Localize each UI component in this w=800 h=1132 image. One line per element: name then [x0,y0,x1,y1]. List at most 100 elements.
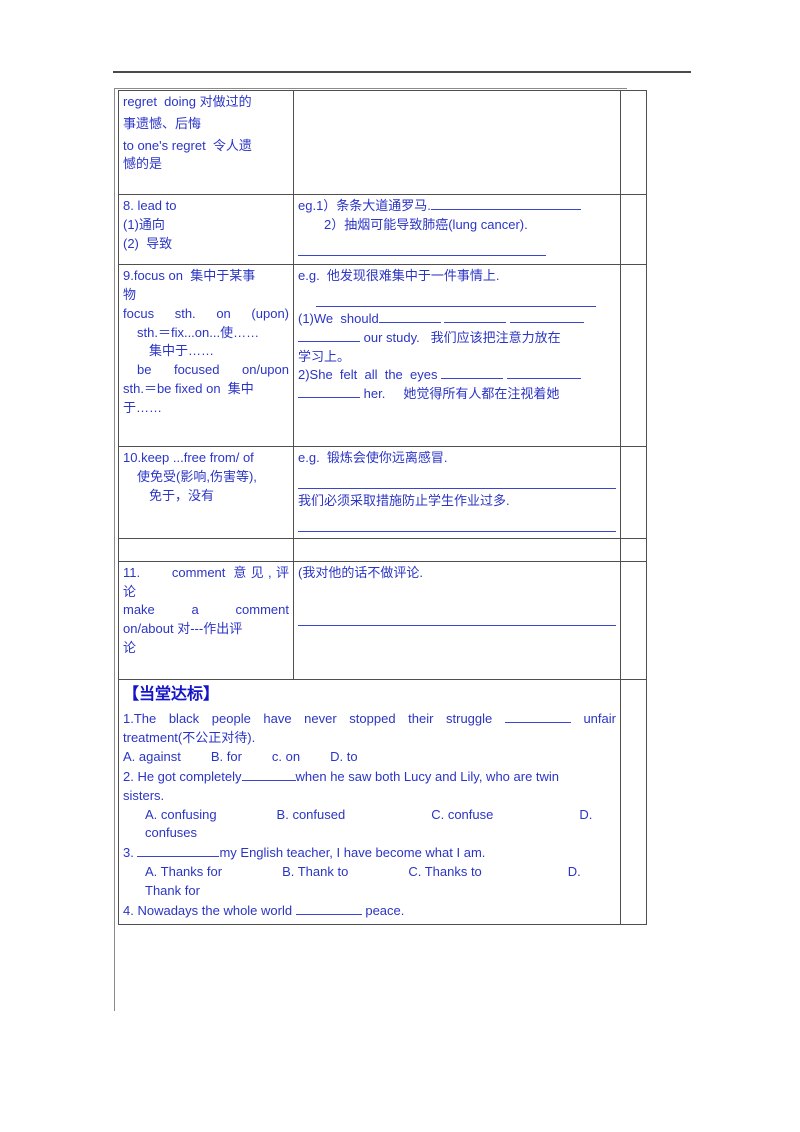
answer-blank[interactable] [444,310,507,323]
example-text: (1)We should [298,310,379,326]
term-line: 8. lead to [123,198,177,213]
term-line: 物 [123,286,137,302]
term-line: 免于，没有 [149,487,215,503]
answer-blank[interactable] [504,709,571,724]
cell-margin-regret-doing [620,90,647,195]
example-line: e.g. 锻炼会使你远离感冒. [298,450,448,465]
answer-blank[interactable] [295,901,362,915]
answer-blank[interactable] [430,197,581,210]
example-line: (我对他的话不做评论. [298,564,423,580]
answer-blank[interactable] [378,310,441,323]
table-row: 11. comment 意见,评 论 make a comment on/abo… [118,560,647,680]
term-line: focus sth. on (upon) [123,305,289,321]
cell-term-lead-to: 8. lead to (1)通向 (2) 导致 [118,194,294,265]
question-options: A. against B. for c. on D. to [123,748,616,767]
option[interactable]: C. Thanks to [408,864,481,879]
term-line: 论 [123,583,137,599]
term-line: be focused on/upon [137,362,289,378]
term-line: sth.＝be fixed on 集中 [123,381,254,397]
cell-exercise-section: 【当堂达标】 1.The black people have never sto… [118,678,621,925]
term-line: on/about 对---作出评 [123,621,243,637]
cell-margin-keep-free-from [620,446,647,539]
table-row: regret doing 对做过的 事遗憾、后悔 to one's regret… [118,90,647,195]
answer-blank[interactable] [298,609,616,626]
term-line: 10.keep ...free from/ of [123,450,254,465]
term-line: 于…… [123,399,163,415]
option[interactable]: B. for [211,749,242,764]
question-stem: 4. Nowadays the whole world peace. [123,901,616,921]
option[interactable]: A. against [123,749,181,764]
option[interactable]: c. on [272,749,300,764]
question-stem-text: 3. [123,845,134,861]
example-text: her. 她觉得所有人都在注视着她 [363,386,560,402]
example-line: eg.1）条条大道通罗马. [298,197,616,216]
term-line: 憾的是 [123,156,163,172]
option[interactable]: D. to [330,749,357,764]
option[interactable]: B. Thank to [282,864,348,879]
term-line: to one's regret 令人遗 [123,137,252,153]
cell-example-focus-on: e.g. 他发现很难集中于一件事情上. (1)We should our stu… [293,264,621,447]
term-line: 11. comment 意见,评 [123,564,289,580]
question-stem-line2: treatment(不公正对待). [123,730,256,746]
cell-margin-exercise [620,678,647,925]
question-options: A. confusing B. confused C. confuse D. conf… [123,806,616,844]
example-line: 我们必须采取措施防止学生作业过多. [298,492,510,508]
example-line: her. 她觉得所有人都在注视着她 [298,385,616,404]
example-line: (1)We should [298,310,616,329]
option[interactable]: B. confused [277,807,346,822]
cell-term-regret-doing: regret doing 对做过的 事遗憾、后悔 to one's regret… [118,90,294,195]
cell-spacer-margin [620,537,647,562]
cell-spacer-right [293,537,621,562]
term-line: 论 [123,640,137,656]
question-stem-text: unfair [583,711,616,727]
option[interactable]: A. confusing [145,807,217,822]
example-line: e.g. 他发现很难集中于一件事情上. [298,268,500,283]
term-line: 集中于…… [149,343,215,359]
answer-blank[interactable] [441,366,504,380]
worksheet-page: regret doing 对做过的 事遗憾、后悔 to one's regret… [0,0,800,1132]
example-text: our study. 我们应该把注意力放在 [363,329,561,345]
cell-example-regret-doing [293,90,621,195]
answer-blank[interactable] [137,843,220,858]
answer-blank[interactable] [316,290,596,307]
option[interactable]: C. confuse [431,807,493,822]
question-stem-text: 1.The black people have never stopped th… [123,711,493,727]
question-stem-text: 2. He got completely [123,768,242,784]
header-divider-rule [113,71,691,73]
question-stem: 3. my English teacher, I have become wha… [123,843,616,863]
example-line: our study. 我们应该把注意力放在 [298,329,616,348]
vocabulary-table: regret doing 对做过的 事遗憾、后悔 to one's regret… [118,90,647,925]
cell-term-keep-free-from: 10.keep ...free from/ of 使免受(影响,伤害等), 免于… [118,446,294,539]
cell-example-keep-free-from: e.g. 锻炼会使你远离感冒. 我们必须采取措施防止学生作业过多. [293,446,621,539]
answer-blank[interactable] [298,515,616,532]
question-stem-text: my English teacher, I have become what I… [219,845,486,861]
term-line: sth.＝fix...on...使…… [137,324,260,340]
term-line: make a comment [123,602,289,618]
example-line: 2)She felt all the eyes [298,366,616,385]
answer-blank[interactable] [506,366,581,380]
question-stem-text: peace. [365,902,405,918]
term-line: 使免受(影响,伤害等), [137,468,257,484]
option[interactable]: A. Thanks for [145,864,222,879]
exercise-section-title: 【当堂达标】 [123,685,220,703]
cell-margin-comment [620,560,647,680]
answer-blank[interactable] [298,385,360,399]
answer-blank[interactable] [241,767,296,781]
question-stem-text: 4. Nowadays the whole world [123,902,293,918]
term-line: 9.focus on 集中于某事 [123,268,256,283]
question-stem: 2. He got completely when he saw both Luc… [123,767,616,787]
answer-blank[interactable] [509,310,584,323]
table-row-spacer [118,537,647,562]
answer-blank[interactable] [298,239,547,256]
term-line: (1)通向 [123,216,165,232]
cell-margin-lead-to [620,194,647,265]
answer-blank[interactable] [298,329,360,342]
example-line: 学习上。 [298,348,351,364]
cell-term-comment: 11. comment 意见,评 论 make a comment on/abo… [118,560,294,680]
table-row: 9.focus on 集中于某事 物 focus sth. on (upon) … [118,264,647,447]
question-stem: 1.The black people have never stopped th… [123,709,616,729]
answer-blank[interactable] [298,472,616,489]
cell-example-comment: (我对他的话不做评论. [293,560,621,680]
term-line: regret doing 对做过的 [123,94,252,109]
question-options: A. Thanks for B. Thank to C. Thanks to D. T… [123,863,616,901]
